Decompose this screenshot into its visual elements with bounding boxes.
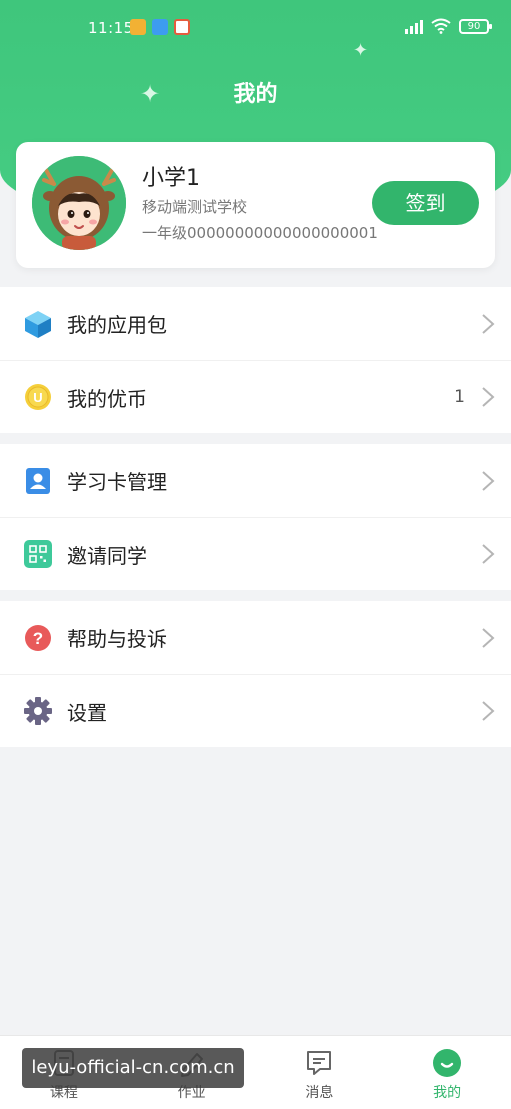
svg-text:?: ? <box>33 629 43 648</box>
chevron-right-icon <box>482 627 495 648</box>
chevron-right-icon <box>482 544 495 564</box>
sparkle-icon: ✦ <box>353 40 369 61</box>
checkin-button[interactable]: 签到 <box>372 181 479 225</box>
user-name: 小学1 <box>142 166 200 191</box>
message-icon <box>307 1051 332 1075</box>
gear-icon <box>24 697 52 725</box>
menu-item-label: 设置 <box>67 700 107 725</box>
menu-item-help[interactable]: ? 帮助与投诉 <box>0 601 511 674</box>
grade-line: 一年级00000000000000000001 <box>142 224 378 242</box>
page-title: 我的 <box>233 82 278 107</box>
tab-label: 消息 <box>305 1085 334 1101</box>
status-bar: 11:15 90 <box>0 0 511 60</box>
menu-item-coins[interactable]: U 我的优币 1 <box>0 360 511 433</box>
chevron-right-icon <box>482 470 495 491</box>
chevron-right-icon <box>482 701 495 721</box>
menu-item-invite[interactable]: 邀请同学 <box>0 517 511 590</box>
status-notification-icons <box>130 19 190 35</box>
watermark: leyu-official-cn.com.cn <box>22 1048 244 1088</box>
signal-icon <box>405 18 423 34</box>
menu-item-label: 我的应用包 <box>67 313 167 337</box>
profile-card[interactable]: 小学1 移动端测试学校 一年级00000000000000000001 签到 <box>16 142 495 268</box>
tab-profile[interactable]: 我的 <box>383 1036 511 1109</box>
avatar[interactable] <box>32 156 126 250</box>
chevron-right-icon <box>482 387 495 407</box>
menu-item-label: 帮助与投诉 <box>67 627 167 651</box>
coin-count: 1 <box>454 387 465 407</box>
svg-text:U: U <box>33 390 42 405</box>
profile-icon <box>433 1049 462 1077</box>
menu-group-apps: 我的应用包 U 我的优币 1 <box>0 287 511 433</box>
coin-icon: U <box>25 384 51 410</box>
tab-label: 我的 <box>433 1085 462 1101</box>
status-indicators: 90 <box>405 18 492 34</box>
notification-app-icon <box>130 19 146 35</box>
school-name: 移动端测试学校 <box>142 198 248 216</box>
avatar-illustration-icon <box>32 156 126 250</box>
notification-cloud-icon <box>152 19 168 35</box>
chevron-right-icon <box>482 313 495 334</box>
status-time: 11:15 <box>88 19 134 37</box>
menu-group-study: 学习卡管理 邀请同学 <box>0 444 511 590</box>
qr-code-icon <box>24 540 52 568</box>
wifi-icon <box>431 18 451 34</box>
notification-app-icon <box>174 19 190 35</box>
tab-messages[interactable]: 消息 <box>256 1036 384 1109</box>
battery-icon: 90 <box>459 18 492 34</box>
menu-item-settings[interactable]: 设置 <box>0 674 511 747</box>
menu-item-label: 邀请同学 <box>67 543 147 568</box>
menu-item-app-packages[interactable]: 我的应用包 <box>0 287 511 360</box>
menu-group-support: ? 帮助与投诉 设置 <box>0 601 511 747</box>
menu-item-study-card[interactable]: 学习卡管理 <box>0 444 511 517</box>
menu-item-label: 学习卡管理 <box>67 470 167 494</box>
menu-item-label: 我的优币 <box>67 386 147 411</box>
cube-icon <box>25 310 51 338</box>
question-icon: ? <box>25 624 51 651</box>
user-card-icon <box>26 467 50 494</box>
profile-page: 11:15 90 ✦ ✦ 我的 小学1 移动端测试学校 一年级000000000… <box>0 0 511 1109</box>
